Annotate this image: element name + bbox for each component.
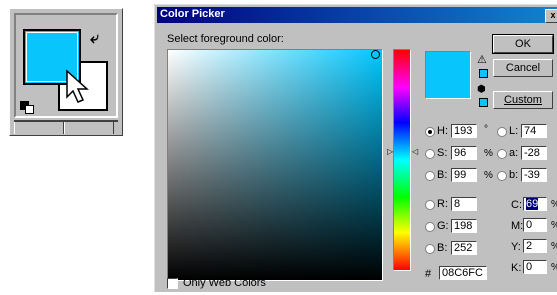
c-label: C: — [511, 199, 522, 211]
b-unit: % — [484, 170, 493, 181]
gamut-warning-icon: ⚠ — [477, 54, 487, 66]
custom-button[interactable]: Custom — [493, 91, 553, 109]
h-label: H: — [437, 125, 448, 137]
mode-buttons-row — [14, 120, 118, 134]
a-label: a: — [509, 147, 519, 159]
close-icon: x — [550, 10, 556, 20]
r-field[interactable]: 8 — [451, 197, 477, 211]
c-field[interactable]: 69 — [523, 197, 547, 211]
title-bar[interactable]: Color Picker x — [157, 7, 557, 23]
lab-b-field[interactable]: -39 — [521, 168, 547, 182]
m-field[interactable]: 0 — [523, 218, 547, 232]
l-label: L: — [509, 125, 519, 137]
g-field[interactable]: 198 — [451, 219, 477, 233]
default-colors-icon[interactable] — [20, 101, 36, 115]
slider-left-arrow-icon[interactable]: ◁ — [412, 147, 418, 156]
c-value-selected: 69 — [526, 198, 539, 210]
y-field[interactable]: 2 — [523, 239, 547, 253]
radio-a[interactable] — [497, 149, 507, 159]
hex-label: # — [425, 268, 432, 280]
h-unit: ° — [484, 124, 488, 135]
a-field[interactable]: -28 — [521, 146, 547, 160]
k-unit: % — [551, 262, 557, 273]
quick-mask-mode-button[interactable] — [64, 122, 114, 134]
lab-b-label: b: — [509, 169, 519, 181]
gamut-correction-swatch[interactable] — [479, 69, 488, 78]
k-field[interactable]: 0 — [523, 260, 547, 274]
color-picker-dialog: Color Picker x Select foreground color: … — [154, 4, 557, 292]
y-label: Y: — [511, 241, 521, 253]
s-unit: % — [484, 148, 493, 159]
y-unit: % — [551, 241, 557, 252]
tool-palette-color-swatches: ⤶ — [9, 8, 123, 136]
k-label: K: — [511, 262, 522, 274]
close-button[interactable]: x — [545, 9, 557, 23]
prompt-label: Select foreground color: — [167, 33, 284, 45]
color-field[interactable] — [167, 49, 383, 281]
s-field[interactable]: 96 — [451, 146, 477, 160]
h-field[interactable]: 193 — [451, 124, 477, 138]
dialog-title: Color Picker — [160, 8, 225, 20]
only-web-colors-label: Only Web Colors — [183, 277, 266, 289]
s-label: S: — [437, 147, 448, 159]
color-field-marker[interactable] — [371, 50, 380, 59]
hex-field[interactable]: 08C6FC — [439, 266, 487, 280]
swap-colors-icon[interactable]: ⤶ — [90, 31, 99, 47]
ok-button[interactable]: OK — [492, 34, 554, 54]
custom-button-label: Custom — [504, 94, 542, 106]
radio-s[interactable] — [425, 149, 435, 159]
rgb-b-field[interactable]: 252 — [451, 241, 477, 255]
web-safe-swatch[interactable] — [479, 98, 488, 107]
standard-mode-button[interactable] — [14, 122, 64, 134]
radio-g[interactable] — [425, 222, 435, 232]
arrow-cursor-icon — [66, 69, 89, 103]
m-unit: % — [551, 220, 557, 231]
radio-r[interactable] — [425, 200, 435, 210]
l-field[interactable]: 74 — [521, 124, 547, 138]
radio-rgb-b[interactable] — [425, 244, 435, 254]
web-safe-cube-icon: ⬢ — [477, 84, 486, 95]
rgb-b-label: B: — [437, 242, 448, 254]
c-unit: % — [551, 199, 557, 210]
g-label: G: — [437, 220, 449, 232]
r-label: R: — [437, 198, 448, 210]
radio-l[interactable] — [497, 127, 507, 137]
swatch-well: ⤶ — [14, 13, 118, 118]
b-label: B: — [437, 169, 448, 181]
slider-right-arrow-icon[interactable]: ▷ — [387, 147, 393, 156]
radio-h[interactable] — [425, 127, 435, 137]
only-web-colors-checkbox[interactable] — [167, 278, 178, 289]
radio-lab-b[interactable] — [497, 171, 507, 181]
m-label: M: — [511, 220, 524, 232]
radio-b[interactable] — [425, 171, 435, 181]
b-field[interactable]: 99 — [451, 168, 477, 182]
cancel-button[interactable]: Cancel — [493, 59, 553, 77]
new-color-preview — [425, 51, 471, 99]
hue-slider[interactable] — [393, 49, 411, 271]
